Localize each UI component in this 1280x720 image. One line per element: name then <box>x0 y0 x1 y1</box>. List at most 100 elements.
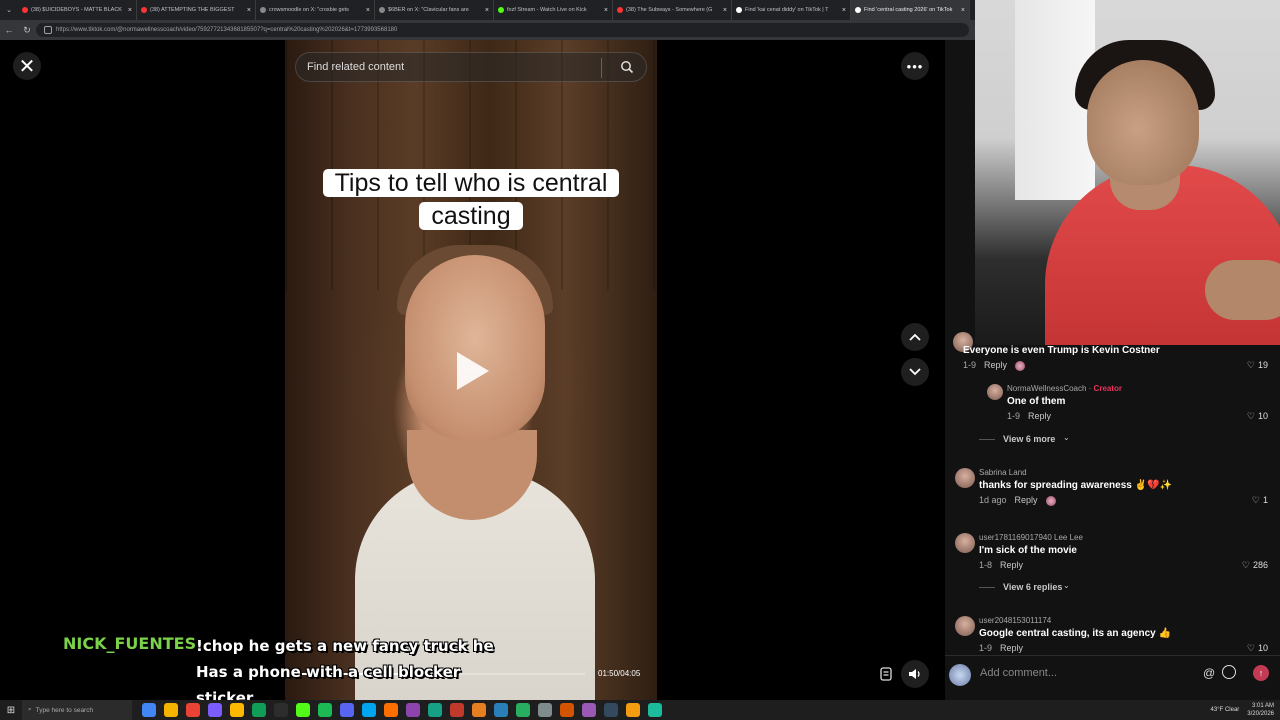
taskbar-app-icon[interactable] <box>516 703 530 717</box>
browser-tab[interactable]: (38) The Subways - Somewhere (G × <box>613 0 732 20</box>
reply-button[interactable]: Reply <box>1015 495 1038 505</box>
search-divider <box>601 58 602 78</box>
lock-icon <box>44 26 52 34</box>
chevron-down-icon <box>909 368 921 376</box>
previous-video-button[interactable] <box>901 323 929 351</box>
taskbar-app-icon[interactable] <box>494 703 508 717</box>
taskbar-app-icon[interactable] <box>186 703 200 717</box>
avatar[interactable] <box>955 616 975 636</box>
taskbar-app-icon[interactable] <box>274 703 288 717</box>
close-button[interactable]: ✕ <box>13 52 41 80</box>
browser-tab[interactable]: (38) ATTEMPTING THE BIGGEST × <box>137 0 256 20</box>
like-button[interactable]: ♡ 10 <box>1247 411 1268 422</box>
comment-input[interactable]: Add comment... <box>975 663 1220 683</box>
tab-label: crowsmoodle on X: "crosbie gets <box>269 7 349 13</box>
like-count: 286 <box>1252 560 1268 570</box>
taskbar-app-icon[interactable] <box>648 703 662 717</box>
avatar[interactable] <box>987 384 1003 400</box>
more-options-button[interactable]: ••• <box>901 52 929 80</box>
tab-close-icon[interactable]: × <box>842 7 846 14</box>
taskbar-app-icon[interactable] <box>384 703 398 717</box>
browser-tab[interactable]: Find 'kai cenat diddy' on TikTok | T × <box>732 0 851 20</box>
play-icon[interactable] <box>457 352 489 390</box>
like-count: 10 <box>1257 643 1268 653</box>
taskbar-app-icon[interactable] <box>406 703 420 717</box>
taskbar-app-icon[interactable] <box>296 703 310 717</box>
comment-text: One of them <box>1007 396 1066 407</box>
weather-text[interactable]: 43°F Clear <box>1211 707 1240 713</box>
address-bar[interactable]: https://www.tiktok.com/@normawellnesscoa… <box>36 23 969 37</box>
tab-menu-icon[interactable]: ⌄ <box>0 6 18 14</box>
related-search-input[interactable]: Find related content <box>295 52 647 82</box>
like-button[interactable]: ♡ 19 <box>1247 360 1268 371</box>
tab-close-icon[interactable]: × <box>723 7 727 14</box>
comment-text: thanks for spreading awareness ✌️💔✨ <box>979 480 1172 491</box>
taskbar-app-icon[interactable] <box>208 703 222 717</box>
ellipsis-icon: ••• <box>906 58 924 74</box>
comment-author[interactable]: user2048153011174 <box>979 616 1051 625</box>
browser-tab[interactable]: $6BER on X: "Clavicular fans are × <box>375 0 494 20</box>
browser-tab[interactable]: (38) $UICIDEBOYS - MATTE BLACK × <box>18 0 137 20</box>
tab-close-icon[interactable]: × <box>961 7 965 14</box>
reply-button[interactable]: Reply <box>984 360 1007 370</box>
view-more-label[interactable]: View 6 replies <box>979 582 1062 592</box>
browser-tab[interactable]: Find 'central casting 2026' on TikTok × <box>851 0 970 20</box>
reload-icon[interactable]: ↻ <box>18 25 36 36</box>
tab-close-icon[interactable]: × <box>128 7 132 14</box>
video-player[interactable]: Tips to tell who is central casting Find… <box>285 40 657 700</box>
send-button[interactable]: ↑ <box>1253 665 1269 681</box>
avatar <box>949 664 971 686</box>
taskbar-app-icon[interactable] <box>626 703 640 717</box>
taskbar-search[interactable]: ⌕ Type here to search <box>22 700 132 720</box>
taskbar-app-icon[interactable] <box>450 703 464 717</box>
avatar[interactable] <box>955 468 975 488</box>
start-button[interactable]: ⊞ <box>0 700 22 720</box>
reply-button[interactable]: Reply <box>1000 560 1023 570</box>
tab-close-icon[interactable]: × <box>366 7 370 14</box>
taskbar-app-icon[interactable] <box>230 703 244 717</box>
heart-icon: ♡ <box>1246 360 1255 370</box>
volume-button[interactable] <box>901 660 929 688</box>
back-icon[interactable]: ← <box>0 25 18 35</box>
taskbar-search-placeholder: Type here to search <box>35 706 94 714</box>
taskbar-app-icon[interactable] <box>538 703 552 717</box>
comment-author[interactable]: user1781169017940 Lee Lee <box>979 533 1083 542</box>
taskbar-app-icon[interactable] <box>340 703 354 717</box>
taskbar-app-icon[interactable] <box>164 703 178 717</box>
taskbar-app-icon[interactable] <box>362 703 376 717</box>
mention-icon[interactable]: @ <box>1203 666 1215 680</box>
emoji-icon[interactable] <box>1222 665 1236 679</box>
reply-button[interactable]: Reply <box>1000 643 1023 653</box>
captions-button[interactable] <box>877 665 895 683</box>
view-more-label[interactable]: View 6 more <box>979 434 1055 444</box>
like-button[interactable]: ♡ 1 <box>1252 495 1268 506</box>
taskbar-app-icon[interactable] <box>582 703 596 717</box>
browser-tab[interactable]: crowsmoodle on X: "crosbie gets × <box>256 0 375 20</box>
tab-close-icon[interactable]: × <box>604 7 608 14</box>
taskbar-app-icon[interactable] <box>604 703 618 717</box>
browser-tab[interactable]: fozf Stream - Watch Live on Kick × <box>494 0 613 20</box>
taskbar-app-icon[interactable] <box>252 703 266 717</box>
taskbar-app-icon[interactable] <box>318 703 332 717</box>
avatar[interactable] <box>955 533 975 553</box>
search-icon[interactable] <box>620 60 634 74</box>
taskbar-app-icon[interactable] <box>428 703 442 717</box>
next-video-button[interactable] <box>901 358 929 386</box>
taskbar-app-icon[interactable] <box>142 703 156 717</box>
windows-taskbar: ⊞ ⌕ Type here to search 43°F Clear 3:01 … <box>0 700 1280 720</box>
comment-author[interactable]: NormaWellnessCoach · Creator <box>1007 384 1122 393</box>
tab-label: (38) ATTEMPTING THE BIGGEST <box>150 7 235 13</box>
tab-close-icon[interactable]: × <box>247 7 251 14</box>
video-person-face <box>405 255 545 440</box>
reply-button[interactable]: Reply <box>1028 411 1051 421</box>
taskbar-app-icon[interactable] <box>472 703 486 717</box>
like-button[interactable]: ♡ 286 <box>1242 560 1268 571</box>
like-button[interactable]: ♡ 10 <box>1247 643 1268 654</box>
comment-author[interactable]: Sabrina Land <box>979 468 1027 477</box>
comment-date: 1-9 <box>979 643 993 653</box>
tab-close-icon[interactable]: × <box>485 7 489 14</box>
volume-icon <box>909 669 920 679</box>
taskbar-app-icon[interactable] <box>560 703 574 717</box>
tab-label: fozf Stream - Watch Live on Kick <box>507 7 587 13</box>
clock[interactable]: 3:01 AM 3/20/2026 <box>1247 702 1274 718</box>
